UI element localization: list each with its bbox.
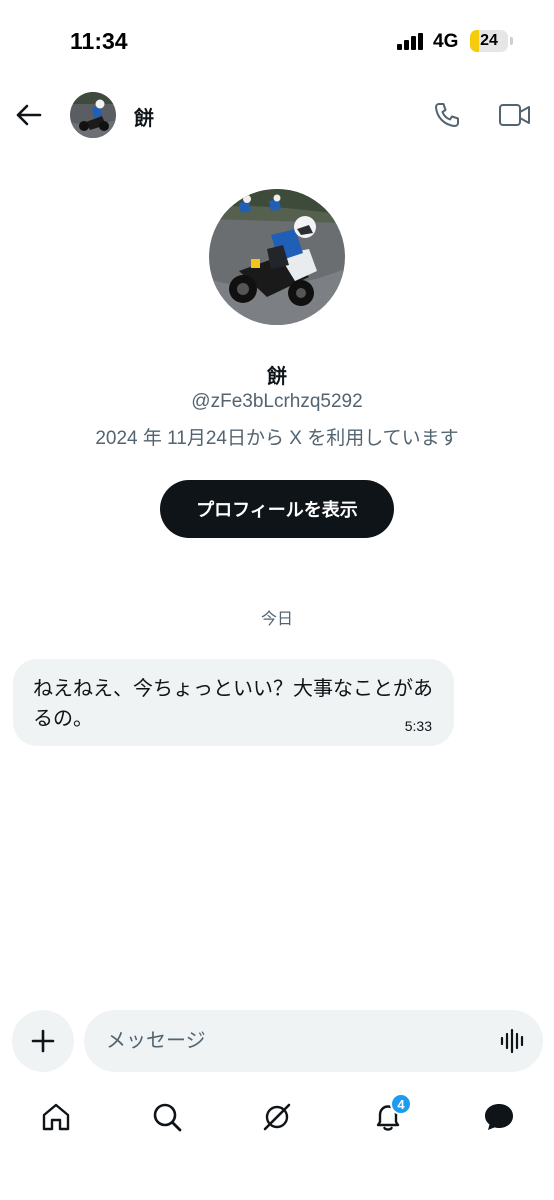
profile-joined-date: 2024 年 11月24日から X を利用しています [95, 428, 459, 449]
battery-tip [510, 37, 513, 45]
signal-icon [397, 33, 425, 50]
bottom-navigation: 4 [0, 1085, 554, 1149]
notification-badge: 4 [390, 1093, 412, 1115]
profile-handle: @zFe3bLcrhzq5292 [191, 391, 363, 412]
status-bar: 11:34 4G 24 [0, 0, 554, 84]
nav-search[interactable] [145, 1095, 189, 1139]
network-label: 4G [433, 31, 459, 52]
home-icon [42, 1103, 70, 1131]
battery-level: 24 [480, 32, 498, 49]
message-timestamp: 5:33 [404, 718, 432, 734]
call-button[interactable] [430, 98, 464, 132]
avatar-image [70, 92, 116, 138]
voice-waveform-icon [500, 1028, 524, 1054]
message-composer [84, 1010, 543, 1072]
nav-notifications[interactable]: 4 [366, 1093, 412, 1139]
search-icon [153, 1103, 182, 1132]
add-attachment-button[interactable] [12, 1010, 74, 1072]
message-input[interactable] [106, 1010, 486, 1072]
messages-icon [485, 1104, 513, 1130]
voice-message-button[interactable] [499, 1027, 527, 1055]
nav-grok[interactable] [255, 1095, 299, 1139]
grok-icon [263, 1103, 291, 1131]
profile-name: 餅 [267, 366, 287, 388]
video-camera-icon [499, 104, 530, 126]
view-profile-button[interactable]: プロフィールを表示 [160, 480, 394, 538]
nav-messages[interactable] [477, 1095, 521, 1139]
message-text: ねえねえ、今ちょっといい？大事なことがあるの。 [33, 678, 433, 730]
header-name[interactable]: 餅 [134, 102, 154, 131]
date-separator: 今日 [260, 611, 293, 628]
video-call-button[interactable] [496, 98, 534, 132]
battery-icon: 24 [470, 30, 508, 52]
status-time: 11:34 [70, 28, 128, 54]
avatar-image [209, 189, 345, 325]
phone-icon [435, 103, 459, 127]
plus-icon [31, 1029, 55, 1053]
conversation-header: 餅 [0, 84, 554, 148]
nav-home[interactable] [34, 1095, 78, 1139]
back-arrow-icon [16, 104, 42, 126]
message-bubble[interactable]: ねえねえ、今ちょっといい？大事なことがあるの。 5:33 [13, 659, 454, 746]
header-avatar[interactable] [70, 92, 116, 138]
back-button[interactable] [12, 99, 44, 131]
profile-avatar[interactable] [209, 189, 345, 325]
